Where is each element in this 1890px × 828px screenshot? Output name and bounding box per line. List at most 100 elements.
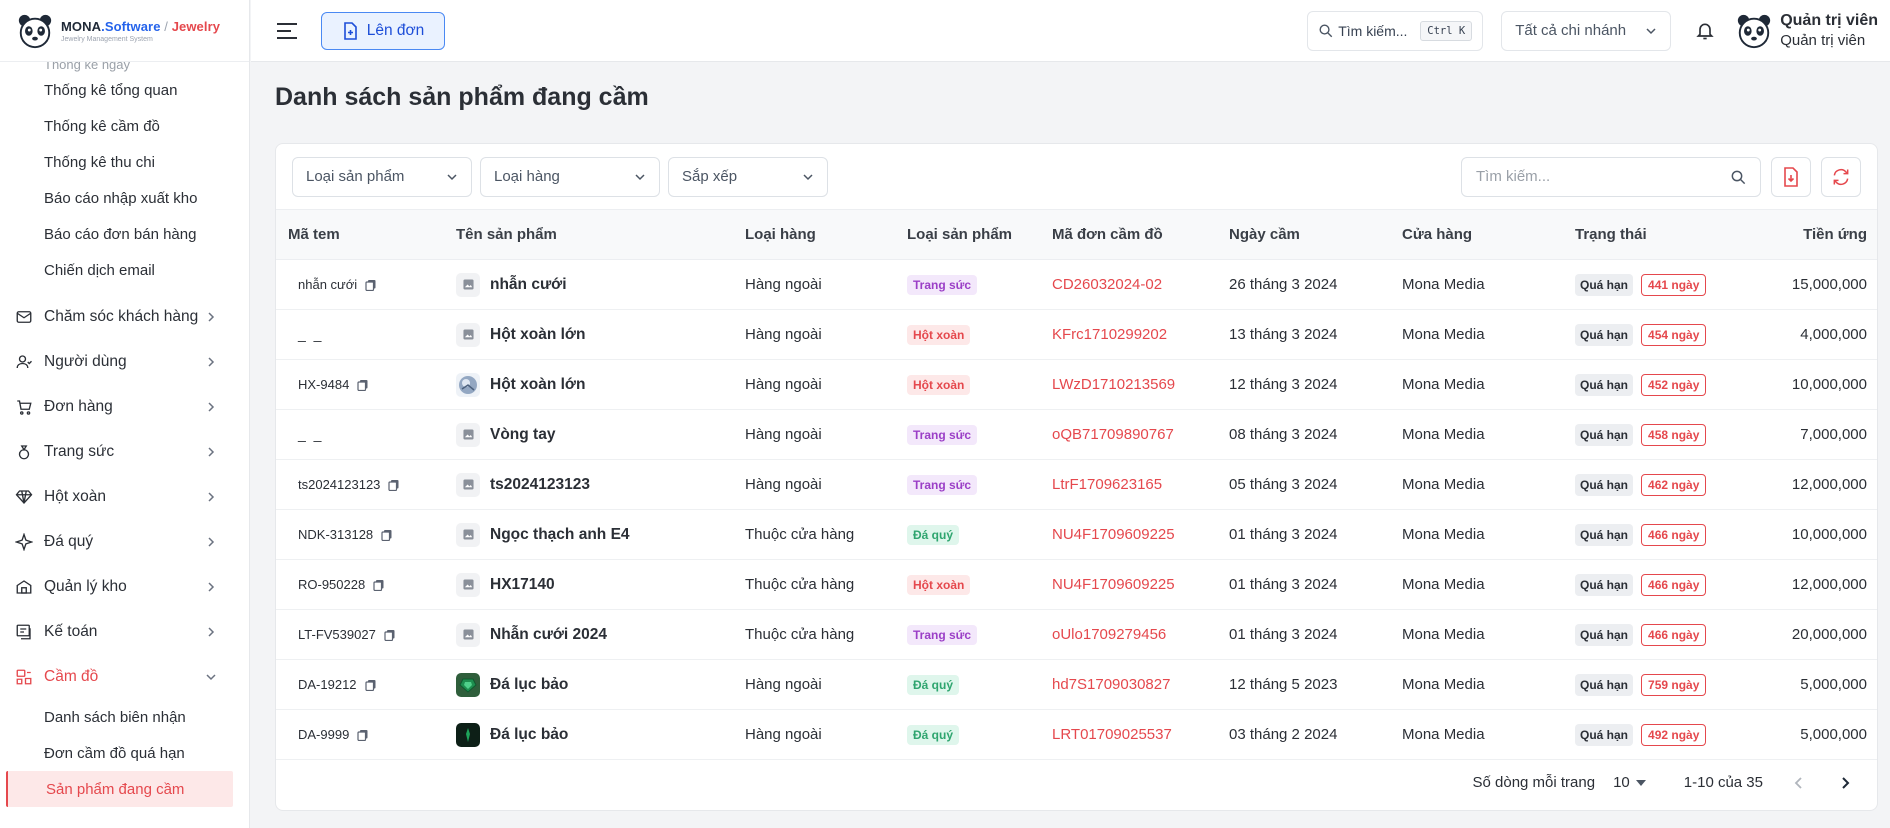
pawn-order-link[interactable]: LtrF1709623165 — [1052, 476, 1162, 493]
goods-type-filter[interactable]: Loại hàng — [480, 156, 660, 197]
sidebar-item-orders[interactable]: Đơn hàng — [0, 384, 249, 429]
pawn-order-link[interactable]: oQB71709890767 — [1052, 426, 1174, 443]
sidebar-item-customer-care[interactable]: Chăm sóc khách hàng — [0, 294, 249, 339]
product-type-filter[interactable]: Loại sản phẩm — [292, 156, 472, 197]
copy-icon[interactable] — [357, 729, 369, 741]
sidebar-item-warehouse[interactable]: Quản lý kho — [0, 564, 249, 609]
product-name[interactable]: Vòng tay — [490, 426, 555, 444]
sidebar-item-users[interactable]: Người dùng — [0, 339, 249, 384]
copy-icon[interactable] — [384, 629, 396, 641]
sidebar-subitem-pawned-products[interactable]: Sản phẩm đang cầm — [6, 771, 233, 807]
product-name[interactable]: HX17140 — [490, 576, 555, 594]
table-row[interactable]: DA-9999 Đá lục bảo Hàng ngoài Đá quý LRT0170… — [276, 710, 1877, 760]
copy-icon[interactable] — [364, 679, 377, 691]
notifications-button[interactable] — [1693, 19, 1717, 43]
rows-per-page-select[interactable]: 10 — [1613, 774, 1646, 791]
image-placeholder-icon — [462, 529, 474, 540]
sidebar-subitem-overview-stats[interactable]: Thống kê tổng quan — [0, 72, 249, 108]
cell-pawn-order-code: NU4F1709609225 — [1040, 510, 1217, 560]
product-name[interactable]: Hột xoàn lớn — [490, 326, 585, 344]
tag-code: nhẫn cưới — [298, 277, 358, 292]
tag-code: DA-19212 — [298, 677, 357, 692]
copy-icon[interactable] — [381, 529, 393, 541]
refresh-button[interactable] — [1821, 156, 1861, 197]
pawn-order-link[interactable]: hd7S1709030827 — [1052, 676, 1170, 693]
prev-page-button[interactable] — [1789, 773, 1809, 793]
sidebar-subitem-income-expense-stats[interactable]: Thống kê thu chi — [0, 144, 249, 180]
sort-select[interactable]: Sắp xếp — [668, 156, 828, 197]
product-name[interactable]: Đá lục bảo — [490, 676, 568, 694]
pawn-order-link[interactable]: NU4F1709609225 — [1052, 576, 1175, 593]
table-row[interactable]: _ _ Vòng tay Hàng ngoài Trang sức oQB7170989… — [276, 410, 1877, 460]
column-header-store[interactable]: Cửa hàng — [1390, 210, 1563, 260]
column-header-product-type[interactable]: Loại sản phẩm — [895, 210, 1040, 260]
sidebar-item-accounting[interactable]: Kế toán — [0, 609, 249, 654]
emerald-image-icon — [459, 678, 477, 693]
next-page-button[interactable] — [1835, 773, 1855, 793]
cell-tag-code: DA-9999 — [276, 710, 444, 760]
global-search-button[interactable]: Tìm kiếm... Ctrl K — [1307, 10, 1484, 51]
caret-down-icon — [1635, 779, 1646, 786]
sidebar-subitem-cut[interactable]: Thống kê ngày — [0, 62, 249, 72]
pawn-order-link[interactable]: NU4F1709609225 — [1052, 526, 1175, 543]
product-name[interactable]: ts2024123123 — [490, 476, 590, 494]
sidebar-subitem-inventory-report[interactable]: Báo cáo nhập xuất kho — [0, 180, 249, 216]
column-header-status[interactable]: Trạng thái — [1563, 210, 1749, 260]
table-row[interactable]: ts2024123123 ts2024123123 Hàng ngoài Trang … — [276, 460, 1877, 510]
table-search-input[interactable] — [1476, 168, 1716, 185]
product-thumbnail — [456, 272, 480, 297]
copy-icon[interactable] — [373, 579, 385, 591]
cell-store: Mona Media — [1402, 676, 1485, 693]
chevron-down-icon — [206, 673, 216, 680]
pawn-order-link[interactable]: CD26032024-02 — [1052, 276, 1162, 293]
branch-select[interactable]: Tất cả chi nhánh — [1501, 10, 1672, 51]
sidebar-subitem-overdue-pawns[interactable]: Đơn cầm đồ quá hạn — [0, 735, 249, 771]
table-row[interactable]: RO-950228 HX17140 Thuộc cửa hàng Hột xoàn NU… — [276, 560, 1877, 610]
user-menu[interactable]: Quản trị viên Quản trị viên — [1735, 11, 1878, 51]
product-name[interactable]: Đá lục bảo — [490, 726, 568, 744]
cell-product-name: Đá lục bảo — [444, 710, 733, 760]
menu-toggle-button[interactable] — [273, 17, 301, 45]
table-row[interactable]: nhẫn cưới nhẫn cưới Hàng ngoài Trang sức CD2… — [276, 260, 1877, 310]
sidebar-item-pawn[interactable]: Cầm đồ — [0, 654, 249, 699]
cell-store: Mona Media — [1402, 426, 1485, 443]
column-header-tag-code[interactable]: Mã tem — [276, 210, 444, 260]
copy-icon[interactable] — [365, 279, 377, 291]
sidebar-item-jewelry[interactable]: Trang sức — [0, 429, 249, 474]
chevron-down-icon — [803, 173, 813, 180]
table-row[interactable]: LT-FV539027 Nhẫn cưới 2024 Thuộc cửa hàng T… — [276, 610, 1877, 660]
brand-logo[interactable]: MONA.Software / Jewelry Jewelry Manageme… — [0, 0, 249, 62]
table-header-row: Mã tem Tên sản phẩm Loại hàng Loại sản p… — [276, 209, 1877, 260]
copy-icon[interactable] — [388, 479, 400, 491]
search-icon[interactable] — [1730, 169, 1746, 185]
product-name[interactable]: nhẫn cưới — [490, 276, 567, 294]
create-order-button[interactable]: Lên đơn — [321, 11, 445, 50]
product-type-badge: Hột xoàn — [907, 374, 971, 395]
cell-tag-code: _ _ — [276, 410, 444, 460]
pawn-order-link[interactable]: LWzD1710213569 — [1052, 376, 1175, 393]
sidebar-subitem-email-campaign[interactable]: Chiến dịch email — [0, 252, 249, 288]
column-header-goods-type[interactable]: Loại hàng — [733, 210, 895, 260]
column-header-pawn-order-code[interactable]: Mã đơn cầm đồ — [1040, 210, 1217, 260]
table-row[interactable]: DA-19212 Đá lục bảo Hàng ngoài Đá quý hd7S17… — [276, 660, 1877, 710]
table-row[interactable]: HX-9484 Hột xoàn lớn Hàng ngoài Hột xoàn LWz… — [276, 360, 1877, 410]
sidebar-subitem-sales-report[interactable]: Báo cáo đơn bán hàng — [0, 216, 249, 252]
sidebar-subitem-receipts[interactable]: Danh sách biên nhận — [0, 699, 249, 735]
product-name[interactable]: Hột xoàn lớn — [490, 376, 585, 394]
cell-product-name: Hột xoàn lớn — [444, 360, 733, 410]
pawn-order-link[interactable]: LRT01709025537 — [1052, 726, 1172, 743]
table-row[interactable]: _ _ Hột xoàn lớn Hàng ngoài Hột xoàn KFrc171… — [276, 310, 1877, 360]
column-header-advance-amount[interactable]: Tiền ứng — [1749, 210, 1877, 260]
column-header-pawn-date[interactable]: Ngày cầm — [1217, 210, 1390, 260]
sidebar-item-gemstones[interactable]: Đá quý — [0, 519, 249, 564]
pawn-order-link[interactable]: KFrc1710299202 — [1052, 326, 1167, 343]
sidebar-subitem-pawn-stats[interactable]: Thống kê cầm đồ — [0, 108, 249, 144]
sidebar-item-diamonds[interactable]: Hột xoàn — [0, 474, 249, 519]
table-row[interactable]: NDK-313128 Ngọc thạch anh E4 Thuộc cửa hàn… — [276, 510, 1877, 560]
column-header-product-name[interactable]: Tên sản phẩm — [444, 210, 733, 260]
product-name[interactable]: Nhẫn cưới 2024 — [490, 626, 607, 644]
product-name[interactable]: Ngọc thạch anh E4 — [490, 526, 630, 544]
export-button[interactable] — [1771, 156, 1811, 197]
copy-icon[interactable] — [357, 379, 369, 391]
pawn-order-link[interactable]: oUlo1709279456 — [1052, 626, 1166, 643]
